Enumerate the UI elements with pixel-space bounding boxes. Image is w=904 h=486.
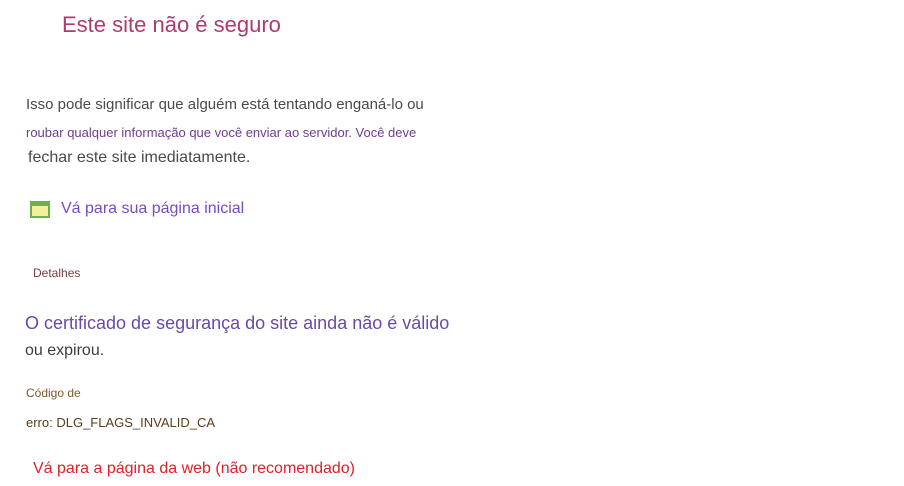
details-toggle[interactable]: Detalhes — [33, 266, 80, 280]
go-to-homepage-label: Vá para sua página inicial — [61, 200, 245, 217]
error-code-value: erro: DLG_FLAGS_INVALID_CA — [26, 415, 216, 430]
warning-text-line-2: roubar qualquer informação que você envi… — [26, 125, 417, 140]
browser-window-icon — [30, 200, 50, 218]
go-to-homepage-link[interactable]: Vá para sua página inicial — [30, 200, 244, 218]
warning-text-line-3: fechar este site imediatamente. — [28, 149, 251, 166]
proceed-unsafe-link[interactable]: Vá para a página da web (não recomendado… — [33, 460, 355, 478]
page-title: Este site não é seguro — [62, 12, 281, 37]
certificate-error-line-1: O certificado de segurança do site ainda… — [25, 313, 450, 333]
warning-text-line-1: Isso pode significar que alguém está ten… — [26, 96, 424, 113]
certificate-error-line-2: ou expirou. — [25, 342, 105, 359]
error-code-label: Código de — [26, 386, 81, 400]
